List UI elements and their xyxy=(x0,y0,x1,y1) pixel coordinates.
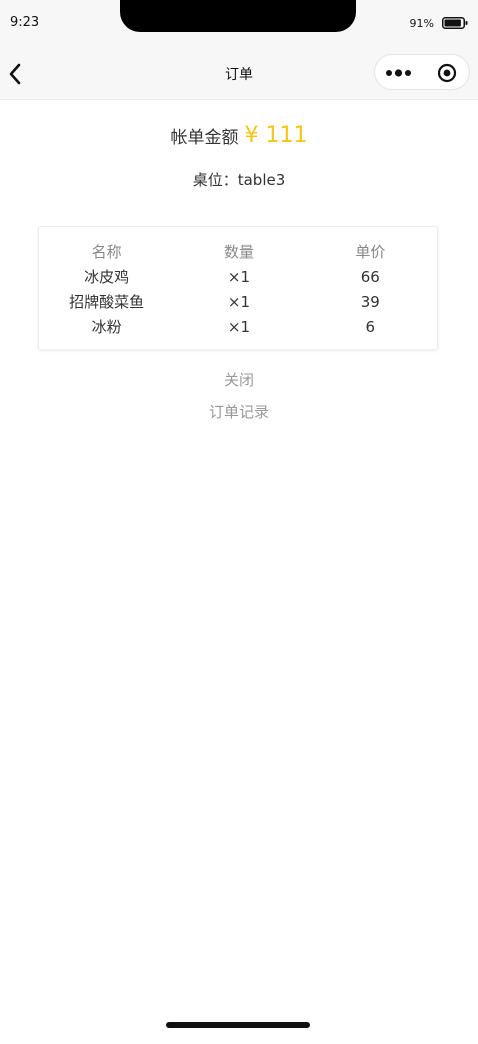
more-dots-icon[interactable] xyxy=(385,67,415,79)
capsule-divider xyxy=(423,64,424,82)
item-quantity: ×1 xyxy=(227,317,251,336)
table-row: 招牌酸菜鱼 ×1 39 xyxy=(39,289,437,314)
order-card: 名称 数量 单价 冰皮鸡 ×1 66 招牌酸菜鱼 ×1 39 冰粉 ×1 6 xyxy=(38,226,438,350)
phone-screen: 9:23 91% 订单 帐单金额 ¥ 111 桌位：table3 名称 数量 单… xyxy=(0,0,478,1044)
item-name: 招牌酸菜鱼 xyxy=(69,293,145,311)
header-name: 名称 xyxy=(91,243,122,261)
status-bar: 9:23 91% xyxy=(0,0,478,48)
home-indicator xyxy=(166,1022,310,1028)
table-row: 冰粉 ×1 6 xyxy=(39,314,437,339)
item-price: 6 xyxy=(365,317,376,336)
bill-label: 帐单金额 xyxy=(170,128,239,148)
order-table-header: 名称 数量 单价 xyxy=(39,239,437,264)
close-button[interactable]: 关闭 xyxy=(0,369,478,390)
header-quantity: 数量 xyxy=(223,243,254,261)
battery-percent: 91% xyxy=(409,17,434,30)
nav-bar: 订单 xyxy=(0,48,478,100)
order-table: 名称 数量 单价 冰皮鸡 ×1 66 招牌酸菜鱼 ×1 39 冰粉 ×1 6 xyxy=(39,239,437,339)
order-history-link[interactable]: 订单记录 xyxy=(0,401,478,422)
item-quantity: ×1 xyxy=(227,267,251,286)
item-price: 39 xyxy=(360,292,380,311)
table-row: 冰皮鸡 ×1 66 xyxy=(39,264,437,289)
item-name: 冰粉 xyxy=(91,318,122,336)
bill-amount: ¥ 111 xyxy=(244,123,308,148)
battery-icon xyxy=(442,17,468,29)
table-number: 桌位：table3 xyxy=(192,171,286,189)
item-quantity: ×1 xyxy=(227,292,251,311)
bill-summary: 帐单金额 ¥ 111 xyxy=(0,123,478,148)
notch xyxy=(120,0,356,32)
item-name: 冰皮鸡 xyxy=(84,268,130,286)
target-close-icon[interactable] xyxy=(437,63,457,83)
status-time: 9:23 xyxy=(10,15,40,30)
header-unit-price: 单价 xyxy=(355,243,386,261)
mini-program-capsule xyxy=(374,54,470,90)
item-price: 66 xyxy=(360,267,380,286)
